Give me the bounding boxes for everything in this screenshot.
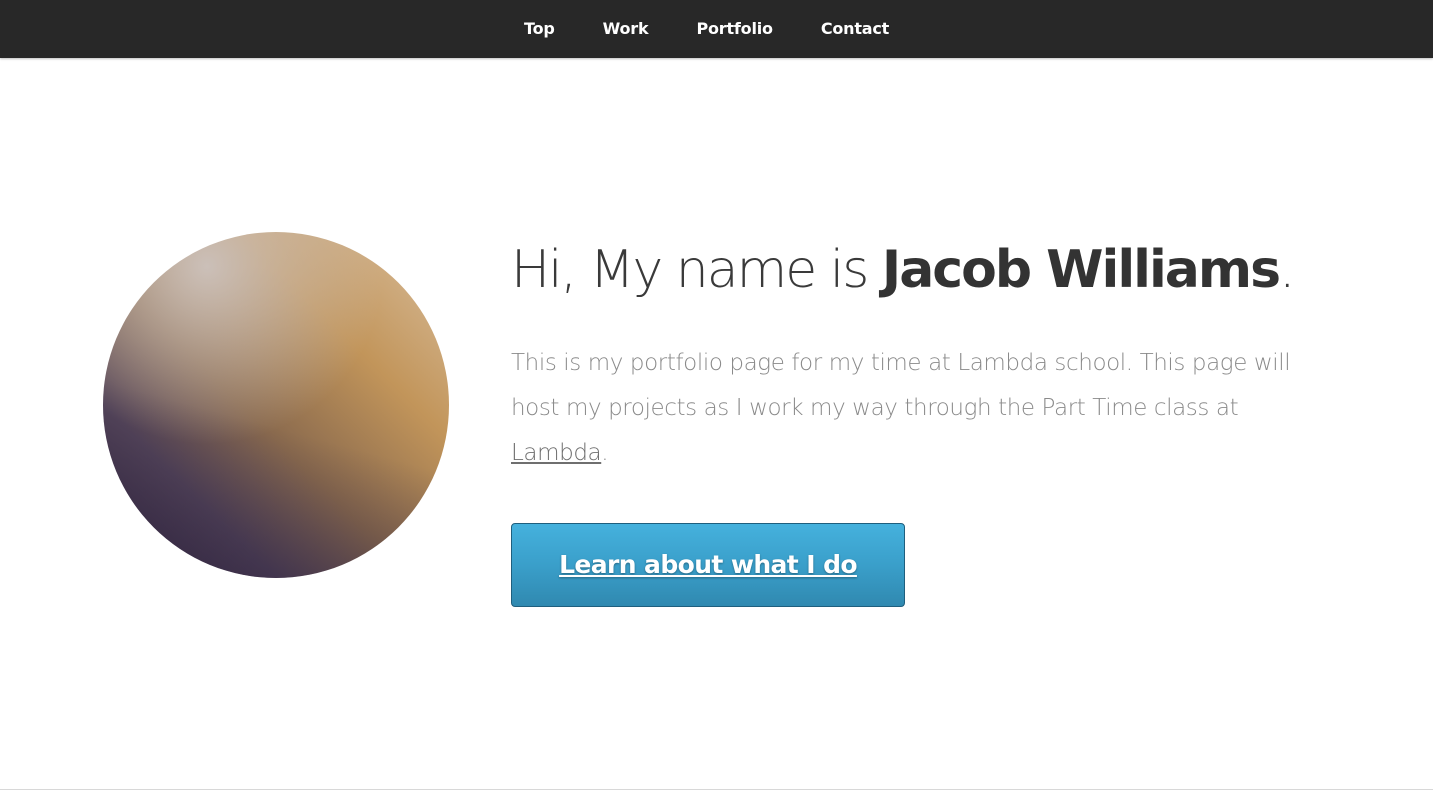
author-name: Jacob Williams: [881, 240, 1281, 300]
nav-menu: Top Work Portfolio Contact: [500, 0, 913, 58]
page-title: Hi, My name is Jacob Williams.: [511, 232, 1311, 308]
headline-suffix: .: [1279, 240, 1295, 300]
profile-avatar: [103, 232, 449, 578]
nav-item-contact: Contact: [797, 0, 913, 58]
nav-link-work[interactable]: Work: [579, 0, 673, 58]
lambda-link[interactable]: Lambda: [511, 440, 602, 466]
section-divider: [0, 789, 1433, 790]
learn-more-button[interactable]: Learn about what I do: [511, 523, 905, 607]
nav-item-portfolio: Portfolio: [672, 0, 796, 58]
nav-link-top[interactable]: Top: [500, 0, 579, 58]
top-navigation: Top Work Portfolio Contact: [0, 0, 1433, 58]
intro-section: Hi, My name is Jacob Williams. This is m…: [511, 232, 1311, 476]
description-text: This is my portfolio page for my time at…: [511, 350, 1291, 421]
nav-link-portfolio[interactable]: Portfolio: [672, 0, 796, 58]
headline-prefix: Hi, My name is: [511, 240, 882, 300]
intro-description: This is my portfolio page for my time at…: [511, 341, 1291, 476]
nav-item-top: Top: [500, 0, 579, 58]
description-end: .: [601, 440, 609, 466]
nav-link-contact[interactable]: Contact: [797, 0, 913, 58]
nav-item-work: Work: [579, 0, 673, 58]
